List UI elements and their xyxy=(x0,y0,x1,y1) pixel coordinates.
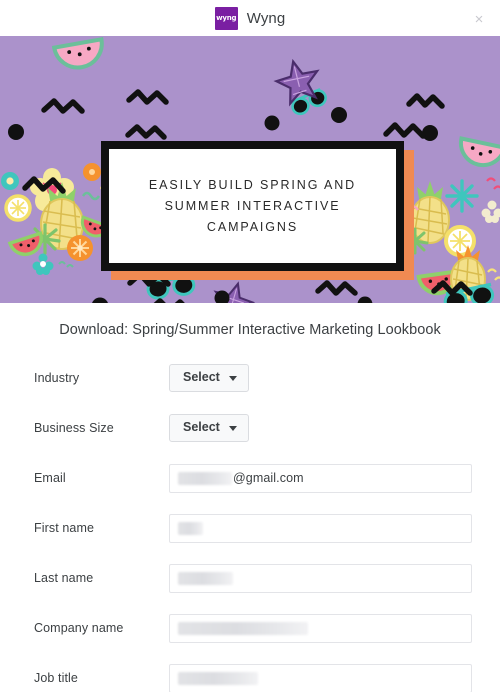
redacted-value xyxy=(178,471,232,485)
field-label: Email xyxy=(34,471,66,485)
brand: wyng Wyng xyxy=(214,6,286,30)
field-label: Business Size xyxy=(34,421,114,435)
field-row: Email @gmail.com xyxy=(0,453,500,503)
chevron-down-icon xyxy=(228,425,237,431)
redacted-value xyxy=(178,521,203,535)
field-row: Business Size Select xyxy=(0,403,500,453)
close-icon[interactable]: × xyxy=(468,8,490,30)
headline-line-2: SUMMER INTERACTIVE xyxy=(164,199,341,213)
field-row: First name xyxy=(0,503,500,553)
input-company-name[interactable] xyxy=(169,613,472,643)
field-label: Job title xyxy=(34,671,78,685)
input-first-name[interactable] xyxy=(169,513,472,543)
brand-title: Wyng xyxy=(246,9,286,27)
headline-line-3: CAMPAIGNS xyxy=(206,220,299,234)
field-label: Company name xyxy=(34,621,124,635)
select-value: Select xyxy=(183,420,220,435)
field-row: Industry Select xyxy=(0,353,500,403)
orange-slice xyxy=(67,235,93,261)
headline-line-1: EASILY BUILD SPRING AND xyxy=(148,178,357,192)
wyng-modal: wyng Wyng × EASILY BUILD SPRING AND SUMM… xyxy=(0,0,500,692)
input-email[interactable]: @gmail.com xyxy=(169,463,472,493)
field-row: Company name xyxy=(0,603,500,653)
redacted-value xyxy=(178,671,258,685)
orange-slice xyxy=(83,163,101,181)
modal-header: wyng Wyng × xyxy=(0,0,500,36)
field-row: Job title xyxy=(0,653,500,692)
select-dropdown-industry[interactable]: Select xyxy=(169,364,249,392)
redacted-value xyxy=(178,571,233,585)
logo-wordmark: wyng xyxy=(216,13,237,23)
input-value: @gmail.com xyxy=(233,471,304,485)
lead-form: Download: Spring/Summer Interactive Mark… xyxy=(0,303,500,692)
wyng-logo-icon: wyng xyxy=(214,6,238,30)
form-title: Download: Spring/Summer Interactive Mark… xyxy=(59,322,441,338)
select-value: Select xyxy=(183,370,220,385)
field-label: First name xyxy=(34,521,95,535)
form-fields: Industry Select Business Size Select Email @g… xyxy=(0,353,500,692)
chevron-down-icon xyxy=(228,375,237,381)
input-job-title[interactable] xyxy=(169,663,472,692)
redacted-value xyxy=(178,621,308,635)
lemon-slice xyxy=(4,194,32,222)
select-dropdown-business-size[interactable]: Select xyxy=(169,414,249,442)
field-label: Last name xyxy=(34,571,94,585)
field-row: Last name xyxy=(0,553,500,603)
flower xyxy=(1,172,19,190)
input-last-name[interactable] xyxy=(169,563,472,593)
promo-banner: EASILY BUILD SPRING AND SUMMER INTERACTI… xyxy=(0,36,500,303)
starburst xyxy=(445,179,479,213)
field-label: Industry xyxy=(34,371,80,385)
banner-headline: EASILY BUILD SPRING AND SUMMER INTERACTI… xyxy=(109,149,396,263)
